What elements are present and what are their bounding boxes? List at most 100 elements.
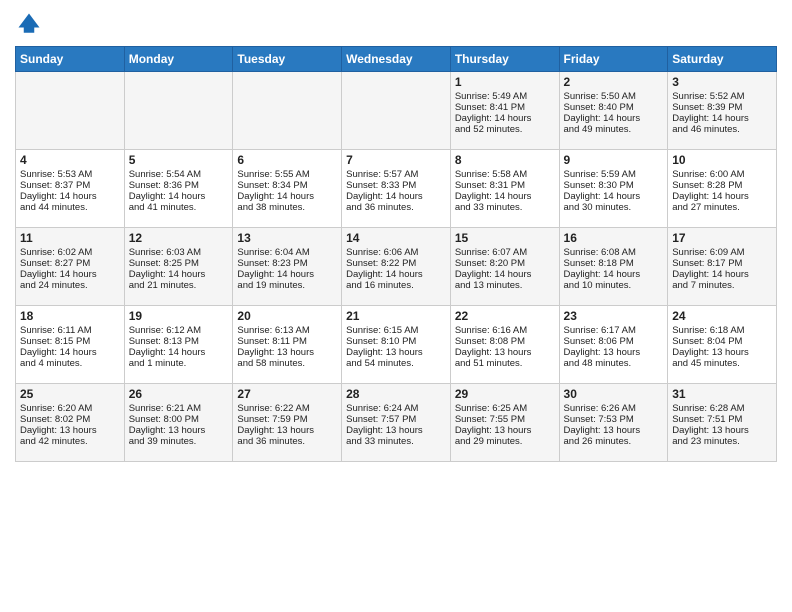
calendar-cell: 12Sunrise: 6:03 AMSunset: 8:25 PMDayligh… (124, 228, 233, 306)
calendar-cell: 4Sunrise: 5:53 AMSunset: 8:37 PMDaylight… (16, 150, 125, 228)
day-number: 18 (20, 309, 120, 323)
day-number: 4 (20, 153, 120, 167)
day-number: 25 (20, 387, 120, 401)
day-info: and 39 minutes. (129, 436, 229, 447)
day-info: Sunrise: 6:25 AM (455, 403, 555, 414)
day-info: Sunrise: 6:06 AM (346, 247, 446, 258)
day-number: 7 (346, 153, 446, 167)
day-info: Sunset: 8:25 PM (129, 258, 229, 269)
day-number: 24 (672, 309, 772, 323)
day-info: and 45 minutes. (672, 358, 772, 369)
day-number: 2 (564, 75, 664, 89)
day-info: Sunrise: 6:18 AM (672, 325, 772, 336)
calendar-cell: 11Sunrise: 6:02 AMSunset: 8:27 PMDayligh… (16, 228, 125, 306)
day-info: and 10 minutes. (564, 280, 664, 291)
day-info: Daylight: 14 hours (564, 191, 664, 202)
day-info: and 36 minutes. (237, 436, 337, 447)
day-info: and 41 minutes. (129, 202, 229, 213)
calendar-cell: 18Sunrise: 6:11 AMSunset: 8:15 PMDayligh… (16, 306, 125, 384)
calendar-cell (124, 72, 233, 150)
day-info: Sunset: 7:57 PM (346, 414, 446, 425)
day-info: Daylight: 13 hours (237, 425, 337, 436)
day-info: and 30 minutes. (564, 202, 664, 213)
day-info: and 33 minutes. (346, 436, 446, 447)
day-info: Sunset: 8:18 PM (564, 258, 664, 269)
calendar-cell: 17Sunrise: 6:09 AMSunset: 8:17 PMDayligh… (668, 228, 777, 306)
day-number: 10 (672, 153, 772, 167)
day-number: 1 (455, 75, 555, 89)
day-number: 12 (129, 231, 229, 245)
calendar-cell: 10Sunrise: 6:00 AMSunset: 8:28 PMDayligh… (668, 150, 777, 228)
day-info: Sunrise: 5:59 AM (564, 169, 664, 180)
day-info: Sunset: 8:28 PM (672, 180, 772, 191)
calendar-cell: 26Sunrise: 6:21 AMSunset: 8:00 PMDayligh… (124, 384, 233, 462)
day-info: and 48 minutes. (564, 358, 664, 369)
week-row-0: 1Sunrise: 5:49 AMSunset: 8:41 PMDaylight… (16, 72, 777, 150)
day-info: Sunrise: 5:55 AM (237, 169, 337, 180)
calendar-cell (16, 72, 125, 150)
day-info: Sunset: 7:55 PM (455, 414, 555, 425)
calendar-cell: 1Sunrise: 5:49 AMSunset: 8:41 PMDaylight… (450, 72, 559, 150)
day-info: and 44 minutes. (20, 202, 120, 213)
day-info: Sunrise: 5:53 AM (20, 169, 120, 180)
day-info: Daylight: 14 hours (455, 113, 555, 124)
day-info: and 54 minutes. (346, 358, 446, 369)
day-info: Sunset: 8:39 PM (672, 102, 772, 113)
calendar-cell: 2Sunrise: 5:50 AMSunset: 8:40 PMDaylight… (559, 72, 668, 150)
day-number: 8 (455, 153, 555, 167)
day-info: Sunset: 8:37 PM (20, 180, 120, 191)
day-info: Daylight: 14 hours (672, 113, 772, 124)
day-info: Daylight: 14 hours (129, 191, 229, 202)
calendar-table: SundayMondayTuesdayWednesdayThursdayFrid… (15, 46, 777, 462)
day-info: Sunrise: 6:13 AM (237, 325, 337, 336)
week-row-4: 25Sunrise: 6:20 AMSunset: 8:02 PMDayligh… (16, 384, 777, 462)
day-info: Sunset: 8:22 PM (346, 258, 446, 269)
day-info: Sunset: 7:59 PM (237, 414, 337, 425)
day-info: and 26 minutes. (564, 436, 664, 447)
day-info: Sunset: 8:31 PM (455, 180, 555, 191)
day-number: 28 (346, 387, 446, 401)
week-row-2: 11Sunrise: 6:02 AMSunset: 8:27 PMDayligh… (16, 228, 777, 306)
day-info: Daylight: 13 hours (564, 425, 664, 436)
day-info: and 16 minutes. (346, 280, 446, 291)
day-info: Sunset: 7:51 PM (672, 414, 772, 425)
day-info: Daylight: 13 hours (564, 347, 664, 358)
day-info: Sunrise: 6:26 AM (564, 403, 664, 414)
logo-icon (15, 10, 43, 38)
day-info: Sunset: 8:33 PM (346, 180, 446, 191)
header (15, 10, 777, 38)
calendar-cell: 13Sunrise: 6:04 AMSunset: 8:23 PMDayligh… (233, 228, 342, 306)
calendar-cell: 22Sunrise: 6:16 AMSunset: 8:08 PMDayligh… (450, 306, 559, 384)
day-info: Daylight: 13 hours (455, 425, 555, 436)
day-info: Sunrise: 6:07 AM (455, 247, 555, 258)
calendar-cell (342, 72, 451, 150)
calendar-cell: 30Sunrise: 6:26 AMSunset: 7:53 PMDayligh… (559, 384, 668, 462)
calendar-cell: 9Sunrise: 5:59 AMSunset: 8:30 PMDaylight… (559, 150, 668, 228)
day-number: 13 (237, 231, 337, 245)
day-number: 15 (455, 231, 555, 245)
day-info: Daylight: 14 hours (237, 269, 337, 280)
day-info: and 1 minute. (129, 358, 229, 369)
day-info: Sunrise: 6:28 AM (672, 403, 772, 414)
col-header-friday: Friday (559, 47, 668, 72)
day-number: 16 (564, 231, 664, 245)
day-info: Sunrise: 6:04 AM (237, 247, 337, 258)
day-info: Sunrise: 6:09 AM (672, 247, 772, 258)
day-number: 3 (672, 75, 772, 89)
day-number: 5 (129, 153, 229, 167)
day-number: 27 (237, 387, 337, 401)
day-number: 30 (564, 387, 664, 401)
day-info: Daylight: 13 hours (346, 425, 446, 436)
day-info: Daylight: 13 hours (455, 347, 555, 358)
day-info: Sunset: 8:41 PM (455, 102, 555, 113)
col-header-tuesday: Tuesday (233, 47, 342, 72)
col-header-thursday: Thursday (450, 47, 559, 72)
day-info: Daylight: 13 hours (346, 347, 446, 358)
day-info: Daylight: 14 hours (564, 113, 664, 124)
day-info: and 36 minutes. (346, 202, 446, 213)
day-info: and 51 minutes. (455, 358, 555, 369)
day-info: Daylight: 14 hours (346, 191, 446, 202)
day-number: 21 (346, 309, 446, 323)
day-info: Sunset: 8:40 PM (564, 102, 664, 113)
day-info: Sunrise: 5:54 AM (129, 169, 229, 180)
